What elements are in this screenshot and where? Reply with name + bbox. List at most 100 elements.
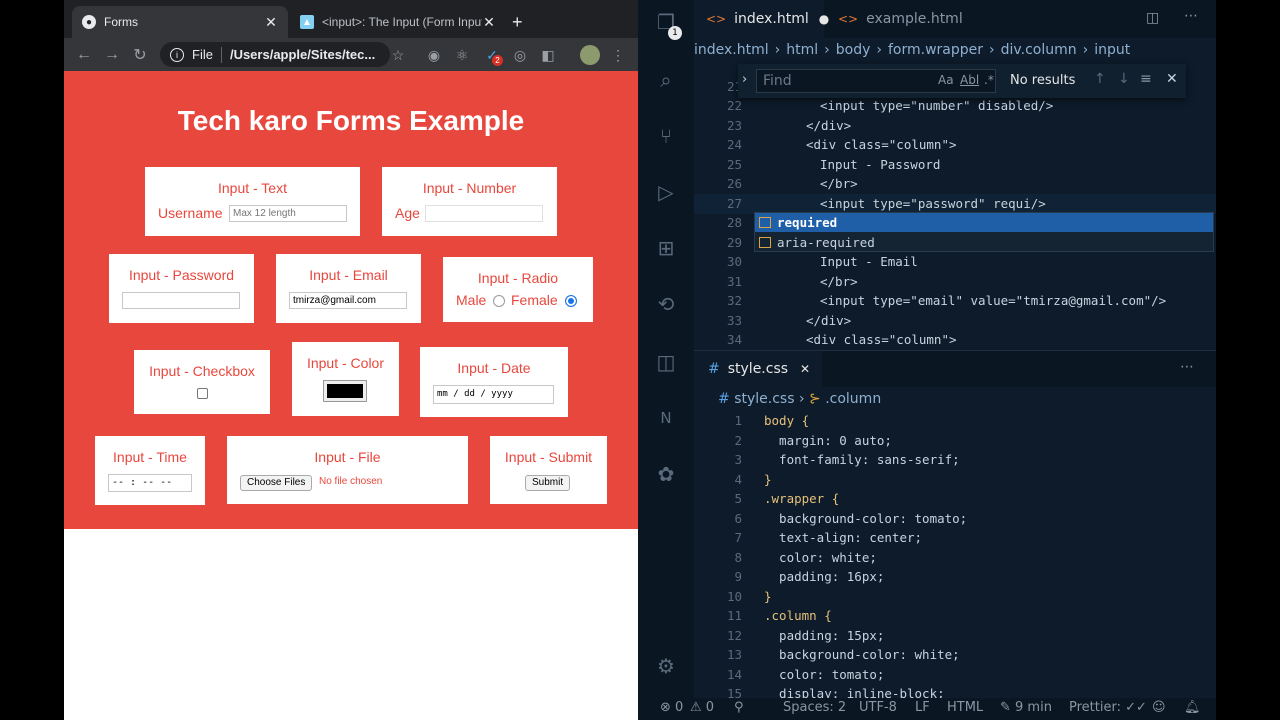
username-label: Username: [158, 205, 223, 221]
suggestion-item[interactable]: required: [755, 213, 1213, 232]
sync-icon[interactable]: ⚲: [734, 700, 744, 715]
email-input[interactable]: tmirza@gmail.com: [289, 292, 407, 309]
docker-icon[interactable]: ◫: [654, 350, 678, 374]
code-text: <input type="email" value="tmirza@gmail.…: [820, 293, 1167, 308]
reload-icon[interactable]: ↻: [126, 45, 154, 65]
breadcrumb-item[interactable]: input: [1094, 42, 1130, 58]
close-tab-icon[interactable]: ✕: [800, 362, 810, 376]
match-case-icon[interactable]: Aa: [938, 73, 954, 87]
extension-check-icon[interactable]: ✓ 2: [484, 47, 503, 66]
color-picker[interactable]: [323, 380, 367, 402]
breadcrumb-item[interactable]: form.wrapper: [888, 42, 983, 58]
notifications-bell-icon[interactable]: 🔔︎: [1184, 700, 1201, 715]
suggestion-item[interactable]: aria-required: [755, 233, 1213, 252]
camera-icon[interactable]: ◎: [512, 47, 528, 63]
code-text: body {: [764, 413, 810, 428]
indentation-status[interactable]: Spaces: 2: [783, 700, 846, 715]
menu-kebab-icon[interactable]: ⋮: [610, 47, 626, 63]
password-input[interactable]: [122, 292, 240, 309]
code-line: 24 <div class="column">: [694, 135, 1216, 155]
explorer-icon[interactable]: ❐ 1: [654, 10, 682, 40]
breadcrumb-item[interactable]: style.css: [734, 391, 794, 407]
breadcrumb-item[interactable]: .column: [825, 391, 881, 407]
breadcrumb-item[interactable]: index.html: [694, 42, 769, 58]
encoding-status[interactable]: UTF-8: [859, 700, 897, 715]
column-label: Input - Submit: [504, 449, 593, 465]
paw-icon[interactable]: ✿: [654, 462, 678, 486]
eol-status[interactable]: LF: [915, 700, 930, 715]
more-actions-icon[interactable]: ⋯: [1180, 359, 1194, 375]
radio-female[interactable]: [565, 295, 577, 307]
globe-icon: ●: [82, 15, 96, 29]
back-icon[interactable]: ←: [70, 46, 98, 64]
more-actions-icon[interactable]: ⋯: [1184, 8, 1198, 24]
errors-icon[interactable]: ⊗ 0: [660, 700, 683, 715]
regex-icon[interactable]: .*: [984, 73, 994, 87]
letterbox-left: [0, 0, 64, 720]
feedback-icon[interactable]: ☺: [1152, 700, 1166, 715]
breadcrumb-item[interactable]: div.column: [1001, 42, 1077, 58]
radio-male[interactable]: [493, 295, 505, 307]
tab-style-css[interactable]: # style.css ✕: [694, 351, 822, 387]
code-text: background-color: tomato;: [764, 510, 968, 526]
username-input[interactable]: Max 12 length: [229, 205, 347, 222]
bookmark-star-icon[interactable]: ☆: [390, 47, 406, 63]
settings-gear-icon[interactable]: ⚙: [654, 654, 678, 678]
line-number: 25: [726, 157, 742, 172]
code-text: color: tomato;: [764, 666, 885, 682]
close-find-icon[interactable]: ✕: [1166, 71, 1178, 87]
forward-icon[interactable]: →: [98, 46, 126, 64]
code-line: 32 <input type="email" value="tmirza@gmai…: [694, 291, 1216, 311]
tab-mdn-input[interactable]: ▲ <input>: The Input (Form Input ✕: [290, 6, 506, 38]
breadcrumb-item[interactable]: html: [786, 42, 818, 58]
html-file-icon: <>: [706, 12, 727, 26]
warnings-icon[interactable]: ⚠ 0: [690, 700, 714, 715]
error-count: 0: [675, 700, 684, 715]
previous-match-icon[interactable]: ↑: [1094, 71, 1106, 87]
line-number: 28: [726, 215, 742, 230]
date-input[interactable]: mm / dd / yyyy: [433, 385, 554, 404]
time-input[interactable]: -- : -- --: [108, 474, 192, 492]
toggle-replace-icon[interactable]: ›: [742, 72, 747, 87]
language-status[interactable]: HTML: [947, 700, 983, 715]
address-bar[interactable]: i File /Users/apple/Sites/tec...: [160, 42, 390, 67]
avatar[interactable]: [580, 45, 600, 65]
wakatime-status[interactable]: ✎ 9 min: [1000, 700, 1052, 715]
source-control-icon[interactable]: ⑂: [654, 124, 678, 148]
line-number: 12: [726, 627, 742, 643]
new-tab-icon[interactable]: +: [512, 12, 523, 33]
extension-circle-icon[interactable]: ◉: [426, 47, 442, 63]
extension-puzzle-icon[interactable]: ◧: [540, 47, 556, 63]
code-line-active: 27 <input type="password" requi/>: [694, 194, 1216, 214]
split-editor-icon[interactable]: ◫: [1146, 10, 1159, 26]
choose-files-button[interactable]: Choose Files: [240, 475, 313, 491]
next-match-icon[interactable]: ↓: [1118, 71, 1130, 87]
react-devtools-icon[interactable]: ⚛: [454, 47, 470, 63]
search-icon[interactable]: ⌕: [654, 68, 678, 92]
breadcrumb-item[interactable]: body: [836, 42, 871, 58]
nx-icon[interactable]: N: [654, 406, 678, 430]
info-icon[interactable]: i: [170, 47, 184, 62]
code-text: </div>: [806, 313, 852, 328]
close-tab-icon[interactable]: ✕: [264, 14, 278, 31]
run-debug-icon[interactable]: ▷: [654, 180, 678, 204]
tab-example-html[interactable]: <> example.html: [826, 0, 975, 38]
match-word-icon[interactable]: Abl: [960, 73, 979, 87]
column-label: Input - Email: [309, 267, 388, 283]
git-graph-icon[interactable]: ⟲: [654, 292, 678, 316]
extensions-icon[interactable]: ⊞: [654, 236, 678, 260]
tab-forms[interactable]: ● Forms ✕: [72, 6, 288, 38]
find-in-selection-icon[interactable]: ≡: [1140, 71, 1152, 87]
code-line: 31 </br>: [694, 272, 1216, 292]
line-number: 21: [726, 79, 742, 94]
css-code[interactable]: 1 body {2 margin: 0 auto; 3 font-family: s…: [694, 411, 1216, 701]
activity-badge: 1: [668, 26, 682, 40]
code-text: }: [764, 588, 772, 604]
submit-button[interactable]: Submit: [525, 475, 571, 491]
code-line: 7 text-align: center;: [694, 528, 1216, 548]
prettier-status[interactable]: Prettier: ✓✓: [1069, 700, 1147, 715]
checkbox-input[interactable]: [197, 388, 208, 399]
tab-index-html[interactable]: <> index.html ●: [694, 0, 829, 38]
tab-title: Forms: [104, 15, 138, 29]
close-tab-icon[interactable]: ✕: [482, 14, 496, 31]
